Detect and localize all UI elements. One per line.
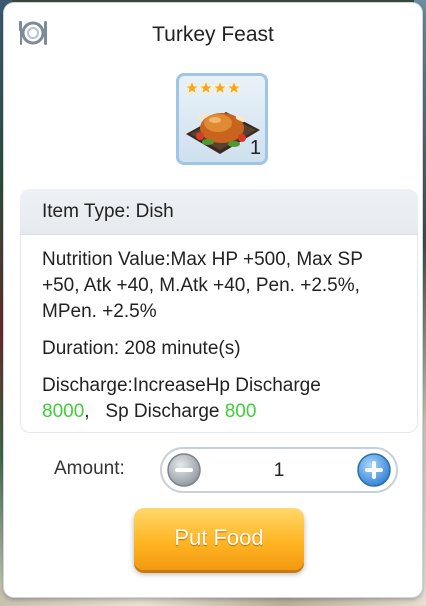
item-type: Item Type: Dish <box>42 201 174 222</box>
sp-discharge-value: 800 <box>224 401 257 422</box>
discharge-separator: , Sp Discharge <box>84 401 225 422</box>
item-quantity: 1 <box>249 137 261 159</box>
minus-icon[interactable] <box>166 452 202 488</box>
item-slot[interactable]: 1 <box>176 73 268 165</box>
discharge: Discharge:IncreaseHp Discharge 8000, Sp … <box>42 373 412 425</box>
dish-cutlery-icon[interactable] <box>18 19 48 47</box>
amount-value[interactable]: 1 <box>222 460 336 482</box>
hp-discharge-value: 8000 <box>42 401 85 422</box>
quantity-stepper: 1 <box>160 447 398 493</box>
discharge-prefix: Discharge:IncreaseHp Discharge <box>42 375 321 396</box>
item-dialog: Turkey Feast 1 Item Type: Dish Nutrition… <box>4 3 422 597</box>
put-food-button[interactable]: Put Food <box>134 508 304 570</box>
info-header: Item Type: Dish <box>20 189 418 235</box>
amount-label: Amount: <box>54 458 125 479</box>
plus-icon[interactable] <box>356 452 392 488</box>
nutrition-value: Nutrition Value:Max HP +500, Max SP +50,… <box>42 249 363 322</box>
dialog-title: Turkey Feast <box>152 23 274 46</box>
duration: Duration: 208 minute(s) <box>42 338 241 359</box>
item-info-box: Item Type: Dish Nutrition Value:Max HP +… <box>20 189 418 433</box>
